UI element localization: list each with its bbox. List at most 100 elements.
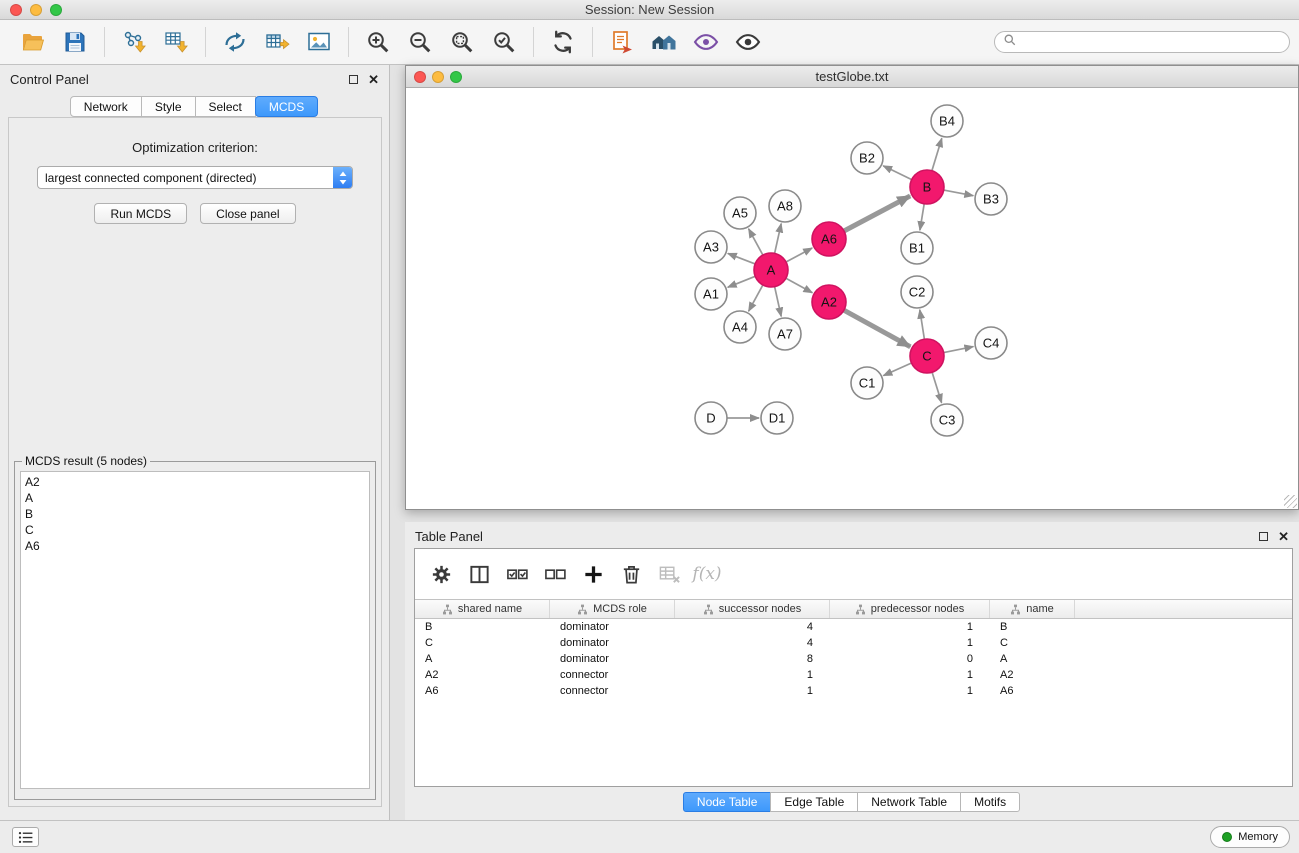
cell-name[interactable]: A [990,651,1075,667]
zoom-in-button[interactable] [357,23,399,61]
mcds-result-item[interactable]: B [25,506,369,522]
cell-successor-nodes[interactable]: 8 [675,651,830,667]
import-network-button[interactable] [113,23,155,61]
traffic-zoom-button[interactable] [50,4,62,16]
mcds-result-item[interactable]: A6 [25,538,369,554]
search-input[interactable] [1022,33,1281,51]
run-mcds-button[interactable]: Run MCDS [94,203,187,224]
copy-style-button[interactable] [601,23,643,61]
traffic-close-button[interactable] [10,4,22,16]
table-row-A[interactable]: Adominator80A [415,651,1292,667]
cell-shared-name[interactable]: A6 [415,683,550,699]
delete-columns-button[interactable] [613,557,649,591]
select-all-button[interactable] [499,557,535,591]
graph-node-A3[interactable]: A3 [695,231,727,263]
column-header-mcds-role[interactable]: MCDS role [550,600,675,618]
memory-button[interactable]: Memory [1210,826,1290,848]
cell-mcds-role[interactable]: connector [550,683,675,699]
column-header-successor-nodes[interactable]: successor nodes [675,600,830,618]
graph-edge-C-C3[interactable] [932,372,942,403]
table-row-C[interactable]: Cdominator41C [415,635,1292,651]
cell-predecessor-nodes[interactable]: 1 [830,667,990,683]
mcds-result-item[interactable]: C [25,522,369,538]
cell-name[interactable]: A2 [990,667,1075,683]
graph-edge-C-C4[interactable] [944,347,974,353]
open-file-button[interactable] [12,23,54,61]
cell-mcds-role[interactable]: dominator [550,619,675,635]
cell-mcds-role[interactable]: dominator [550,651,675,667]
graph-node-C4[interactable]: C4 [975,327,1007,359]
column-header-name[interactable]: name [990,600,1075,618]
graph-node-A8[interactable]: A8 [769,190,801,222]
tab-style[interactable]: Style [141,96,196,117]
graph-edge-C-C2[interactable] [920,310,925,339]
column-header-predecessor-nodes[interactable]: predecessor nodes [830,600,990,618]
graph-node-B4[interactable]: B4 [931,105,963,137]
close-icon[interactable]: ✕ [1278,530,1289,543]
cell-predecessor-nodes[interactable]: 1 [830,619,990,635]
traffic-zoom-button[interactable] [450,71,462,83]
cell-shared-name[interactable]: B [415,619,550,635]
float-window-icon[interactable] [349,75,358,84]
cell-successor-nodes[interactable]: 4 [675,635,830,651]
search-box[interactable] [994,31,1290,53]
graph-edge-A-A4[interactable] [749,285,763,311]
cell-mcds-role[interactable]: connector [550,667,675,683]
add-column-button[interactable] [575,557,611,591]
graph-edge-A-A2[interactable] [786,278,813,293]
refresh-button[interactable] [542,23,584,61]
import-table-button[interactable] [155,23,197,61]
graph-node-C[interactable]: C [910,339,944,373]
cell-shared-name[interactable]: A [415,651,550,667]
graph-edge-A2-C[interactable] [844,310,911,347]
deselect-all-button[interactable] [537,557,573,591]
cell-shared-name[interactable]: A2 [415,667,550,683]
table-row-A2[interactable]: A2connector11A2 [415,667,1292,683]
traffic-minimize-button[interactable] [30,4,42,16]
zoom-fit-button[interactable] [441,23,483,61]
graph-edge-A-A1[interactable] [728,276,756,287]
cell-mcds-role[interactable]: dominator [550,635,675,651]
graph-node-B1[interactable]: B1 [901,232,933,264]
graph-edge-A-A3[interactable] [728,253,755,264]
graph-edge-B-B2[interactable] [883,166,912,180]
cell-predecessor-nodes[interactable]: 1 [830,635,990,651]
close-panel-button[interactable]: Close panel [200,203,295,224]
criterion-dropdown[interactable]: largest connected component (directed) [37,166,353,189]
float-window-icon[interactable] [1259,532,1268,541]
cell-name[interactable]: C [990,635,1075,651]
home-button[interactable] [643,23,685,61]
close-icon[interactable]: ✕ [368,73,379,86]
graph-node-A6[interactable]: A6 [812,222,846,256]
cell-name[interactable]: A6 [990,683,1075,699]
graph-edge-A6-B[interactable] [844,196,910,231]
cell-shared-name[interactable]: C [415,635,550,651]
graph-edge-A-A6[interactable] [786,248,812,262]
cell-successor-nodes[interactable]: 1 [675,683,830,699]
cell-successor-nodes[interactable]: 1 [675,667,830,683]
graph-node-A7[interactable]: A7 [769,318,801,350]
column-header-shared-name[interactable]: shared name [415,600,550,618]
tab-node-table[interactable]: Node Table [683,792,772,812]
graph-node-B3[interactable]: B3 [975,183,1007,215]
table-row-A6[interactable]: A6connector11A6 [415,683,1292,699]
graph-node-A1[interactable]: A1 [695,278,727,310]
tab-select[interactable]: Select [195,96,256,117]
graph-node-D1[interactable]: D1 [761,402,793,434]
graph-node-A4[interactable]: A4 [724,311,756,343]
show-columns-button[interactable] [461,557,497,591]
cell-successor-nodes[interactable]: 4 [675,619,830,635]
traffic-minimize-button[interactable] [432,71,444,83]
tab-edge-table[interactable]: Edge Table [770,792,858,812]
export-image-button[interactable] [298,23,340,61]
graph-edge-C-C1[interactable] [883,363,911,376]
graph-node-D[interactable]: D [695,402,727,434]
graph-edge-A-A7[interactable] [775,287,782,317]
cell-predecessor-nodes[interactable]: 0 [830,651,990,667]
graph-node-A5[interactable]: A5 [724,197,756,229]
mcds-result-item[interactable]: A2 [25,474,369,490]
graph-node-C2[interactable]: C2 [901,276,933,308]
table-mode-button[interactable] [423,557,459,591]
export-table-button[interactable] [256,23,298,61]
tab-mcds[interactable]: MCDS [255,96,318,117]
